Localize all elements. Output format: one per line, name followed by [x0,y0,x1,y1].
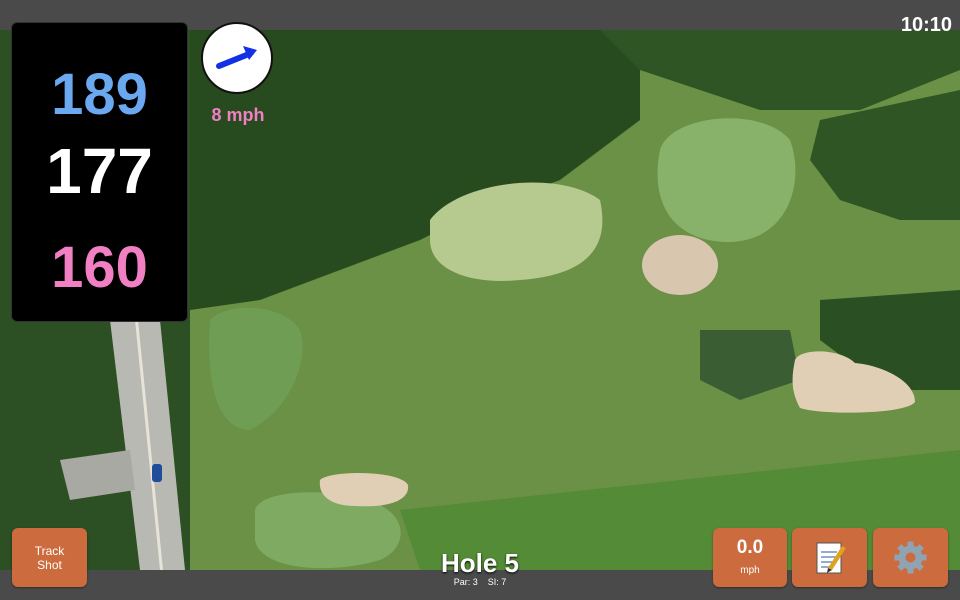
wind-indicator [201,22,273,94]
notes-button[interactable] [792,528,867,587]
wind-direction-arrow-icon [216,46,257,69]
speed-value: 0.0 [736,537,764,558]
speed-button[interactable]: 0.0 mph [713,528,787,587]
middle-distance: 177 [46,135,153,207]
front-distance: 160 [51,235,148,300]
track-shot-label-line2: Shot [37,558,62,572]
track-shot-button[interactable]: Track Shot [12,528,87,587]
hole-title: Hole 5 [440,548,520,578]
wind-speed-label: 8 mph [211,105,265,125]
hole-par: Par: 3 [453,577,478,587]
track-shot-label-line1: Track [34,544,65,558]
gear-icon [894,541,927,574]
distance-panel: 189 177 160 [11,22,188,322]
speed-unit: mph [740,565,760,576]
notepad-icon [816,542,846,574]
settings-button[interactable] [873,528,948,587]
hole-stroke-index: SI: 7 [487,577,507,587]
back-distance: 189 [51,62,148,127]
hole-info: Par: 3 SI: 7 [380,577,580,587]
clock-time: 10:10 [900,14,952,36]
